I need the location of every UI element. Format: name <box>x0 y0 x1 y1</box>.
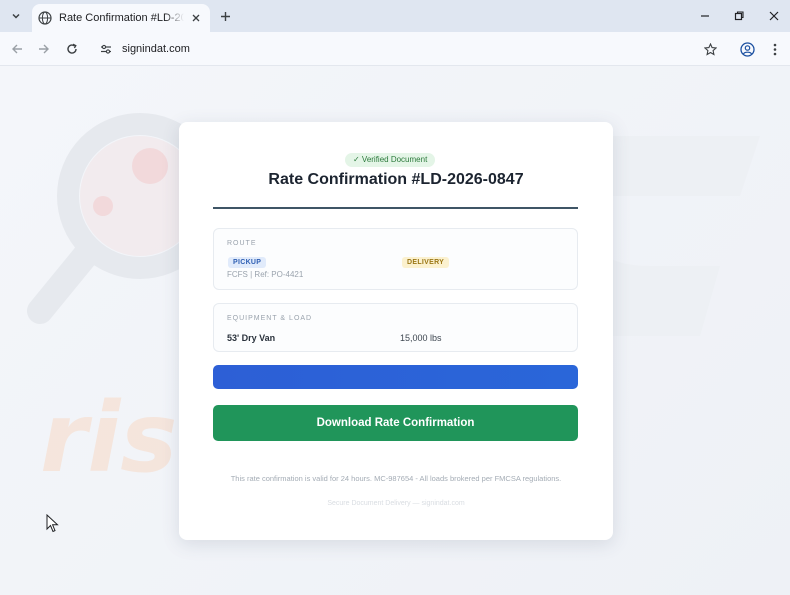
footer-text: Secure Document Delivery — signindat.com <box>327 500 465 507</box>
forward-arrow-icon[interactable] <box>34 39 54 59</box>
title-divider <box>213 207 578 209</box>
site-settings-icon[interactable] <box>98 41 114 57</box>
pickup-badge: PICKUP <box>228 257 267 268</box>
browser-toolbar: signindat.com <box>0 32 790 66</box>
download-button[interactable]: Download Rate Confirmation <box>213 405 578 441</box>
page-title: Rate Confirmation #LD-2026-0847 <box>268 171 524 188</box>
url-text: signindat.com <box>122 43 190 55</box>
close-window-icon[interactable] <box>760 6 788 26</box>
tab-strip: Rate Confirmation #LD-2026-0847 <box>0 0 790 32</box>
profile-avatar-icon[interactable] <box>738 40 756 58</box>
tab-close-icon[interactable] <box>188 10 204 26</box>
browser-tab[interactable]: Rate Confirmation #LD-2026-0847 <box>32 4 210 32</box>
back-arrow-icon[interactable] <box>7 39 27 59</box>
route-label: ROUTE <box>227 240 257 247</box>
equipment-section: EQUIPMENT & LOAD 53' Dry Van 15,000 lbs <box>213 303 578 352</box>
disclaimer-text: This rate confirmation is valid for 24 h… <box>230 474 562 483</box>
route-reference: FCFS | Ref: PO-4421 <box>227 270 304 279</box>
new-tab-plus-icon[interactable] <box>216 7 234 25</box>
tab-search-chevron-icon[interactable] <box>6 6 26 26</box>
mouse-cursor-icon <box>46 514 59 533</box>
tab-title: Rate Confirmation #LD-2026-0847 <box>59 12 184 24</box>
delivery-badge: DELIVERY <box>402 257 450 268</box>
route-section: ROUTE PICKUP DELIVERY FCFS | Ref: PO-442… <box>213 228 578 290</box>
equipment-type: 53' Dry Van <box>227 333 276 343</box>
browser-menu-icon[interactable] <box>766 40 784 58</box>
globe-icon <box>38 11 52 25</box>
load-weight: 15,000 lbs <box>400 333 442 343</box>
reload-icon[interactable] <box>62 39 82 59</box>
verified-badge: ✓ Verified Document <box>345 153 436 167</box>
bookmark-star-icon[interactable] <box>702 41 718 57</box>
rate-confirmation-card: ✓ Verified Document Rate Confirmation #L… <box>179 122 613 540</box>
blue-action-bar[interactable] <box>213 365 578 389</box>
page-viewport: risk.com ✓ Verified Document Rate Confir… <box>0 66 790 595</box>
address-bar[interactable]: signindat.com <box>92 36 726 62</box>
restore-icon[interactable] <box>725 6 753 26</box>
minimize-icon[interactable] <box>691 6 719 26</box>
equipment-label: EQUIPMENT & LOAD <box>227 315 313 322</box>
